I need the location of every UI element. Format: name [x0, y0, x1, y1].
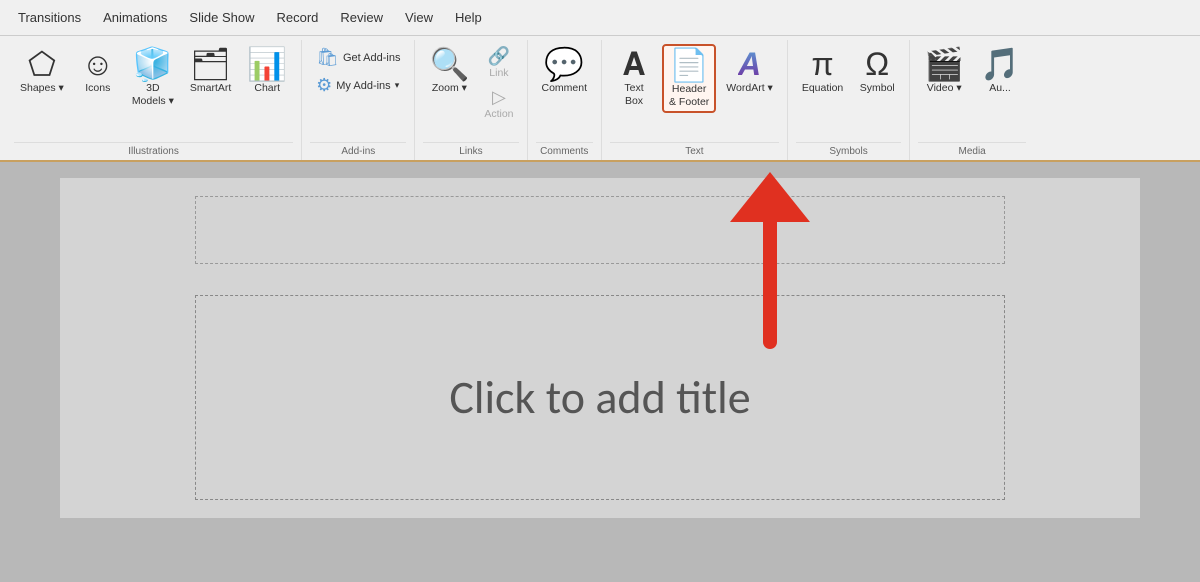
- media-items: 🎬 Video ▾ 🎵 Au...: [918, 40, 1026, 140]
- action-button[interactable]: ▷ Action: [479, 85, 518, 124]
- chart-label: Chart: [254, 82, 280, 95]
- links-group-label: Links: [423, 142, 518, 160]
- smartart-button[interactable]: 🗂 SmartArt: [184, 44, 237, 99]
- addins-items: 🛍 Get Add-ins ⚙ My Add-ins ▾: [310, 40, 406, 140]
- ribbon-group-text: 𝐀 Text Box 📄 Header & Footer A WordArt ▾…: [602, 40, 788, 160]
- get-addins-label: Get Add-ins: [343, 52, 400, 64]
- illustrations-items: ⬠ Shapes ▾ ☺ Icons 🧊 3D Models ▾ 🗂 Smart…: [14, 40, 293, 140]
- slide-subtitle-area[interactable]: [195, 196, 1005, 264]
- illustrations-group-label: Illustrations: [14, 142, 293, 160]
- equation-button[interactable]: π Equation: [796, 44, 849, 99]
- media-group-label: Media: [918, 142, 1026, 160]
- icons-button[interactable]: ☺ Icons: [74, 44, 122, 99]
- addins-stack: 🛍 Get Add-ins ⚙ My Add-ins ▾: [310, 44, 406, 99]
- text-group-label: Text: [610, 142, 779, 160]
- link-icon: 🔗: [488, 47, 510, 65]
- comments-group-label: Comments: [536, 142, 594, 160]
- header-footer-icon: 📄: [669, 49, 709, 81]
- text-items: 𝐀 Text Box 📄 Header & Footer A WordArt ▾: [610, 40, 779, 140]
- zoom-label: Zoom ▾: [432, 82, 467, 95]
- symbol-icon: Ω: [865, 48, 889, 80]
- wordart-button[interactable]: A WordArt ▾: [720, 44, 779, 99]
- shapes-icon: ⬠: [28, 48, 56, 80]
- menu-help[interactable]: Help: [445, 6, 492, 29]
- action-label: Action: [484, 108, 513, 121]
- smartart-label: SmartArt: [190, 82, 231, 95]
- wordart-label: WordArt ▾: [726, 82, 773, 95]
- 3d-models-button[interactable]: 🧊 3D Models ▾: [126, 44, 180, 111]
- text-box-button[interactable]: 𝐀 Text Box: [610, 44, 658, 111]
- slide-title-box[interactable]: Click to add title: [195, 295, 1005, 500]
- menu-slideshow[interactable]: Slide Show: [179, 6, 264, 29]
- my-addins-label: My Add-ins: [336, 80, 390, 92]
- comments-items: 💬 Comment: [536, 40, 594, 140]
- ribbon-group-addins: 🛍 Get Add-ins ⚙ My Add-ins ▾ Add-ins: [302, 40, 415, 160]
- zoom-button[interactable]: 🔍 Zoom ▾: [423, 44, 475, 99]
- icons-icon: ☺: [81, 48, 114, 80]
- menu-review[interactable]: Review: [330, 6, 393, 29]
- get-addins-icon: 🛍: [316, 47, 339, 68]
- ribbon-group-illustrations: ⬠ Shapes ▾ ☺ Icons 🧊 3D Models ▾ 🗂 Smart…: [6, 40, 302, 160]
- action-icon: ▷: [492, 88, 506, 106]
- chart-button[interactable]: 📊 Chart: [241, 44, 293, 99]
- shapes-button[interactable]: ⬠ Shapes ▾: [14, 44, 70, 99]
- slide-title-placeholder: Click to add title: [449, 370, 750, 426]
- 3d-models-icon: 🧊: [133, 48, 173, 80]
- links-items: 🔍 Zoom ▾ 🔗 Link ▷ Action: [423, 40, 518, 140]
- audio-label: Au...: [989, 82, 1011, 95]
- audio-button[interactable]: 🎵 Au...: [974, 44, 1026, 99]
- ribbon-group-media: 🎬 Video ▾ 🎵 Au... Media: [910, 40, 1034, 160]
- slide-canvas: Click to add title: [60, 178, 1140, 518]
- my-addins-button[interactable]: ⚙ My Add-ins ▾: [310, 72, 406, 99]
- header-footer-label: Header & Footer: [669, 83, 709, 108]
- menu-bar: Transitions Animations Slide Show Record…: [0, 0, 1200, 36]
- ribbon-content: ⬠ Shapes ▾ ☺ Icons 🧊 3D Models ▾ 🗂 Smart…: [0, 36, 1200, 160]
- ribbon-group-links: 🔍 Zoom ▾ 🔗 Link ▷ Action Links: [415, 40, 527, 160]
- smartart-icon: 🗂: [190, 48, 231, 80]
- equation-label: Equation: [802, 82, 843, 95]
- menu-transitions[interactable]: Transitions: [8, 6, 91, 29]
- addins-group-label: Add-ins: [310, 142, 406, 160]
- video-icon: 🎬: [924, 48, 964, 80]
- symbols-items: π Equation Ω Symbol: [796, 40, 901, 140]
- symbol-button[interactable]: Ω Symbol: [853, 44, 901, 99]
- menu-view[interactable]: View: [395, 6, 443, 29]
- shapes-label: Shapes ▾: [20, 82, 64, 95]
- 3d-models-label: 3D Models ▾: [132, 82, 174, 107]
- video-label: Video ▾: [927, 82, 962, 95]
- chart-icon: 📊: [247, 48, 287, 80]
- get-addins-button[interactable]: 🛍 Get Add-ins: [310, 44, 406, 71]
- my-addins-icon: ⚙: [316, 75, 332, 96]
- menu-record[interactable]: Record: [266, 6, 328, 29]
- textbox-icon: 𝐀: [623, 48, 645, 80]
- ribbon-group-comments: 💬 Comment Comments: [528, 40, 603, 160]
- my-addins-arrow: ▾: [395, 80, 400, 91]
- comment-icon: 💬: [544, 48, 584, 80]
- symbol-label: Symbol: [860, 82, 895, 95]
- ribbon: ⬠ Shapes ▾ ☺ Icons 🧊 3D Models ▾ 🗂 Smart…: [0, 36, 1200, 162]
- text-box-label: Text Box: [624, 82, 643, 107]
- symbols-group-label: Symbols: [796, 142, 901, 160]
- ribbon-group-symbols: π Equation Ω Symbol Symbols: [788, 40, 910, 160]
- comment-button[interactable]: 💬 Comment: [536, 44, 594, 99]
- comment-label: Comment: [542, 82, 588, 95]
- audio-icon: 🎵: [980, 48, 1020, 80]
- zoom-icon: 🔍: [429, 48, 469, 80]
- wordart-icon: A: [738, 48, 761, 80]
- link-label: Link: [489, 67, 508, 80]
- icons-label: Icons: [85, 82, 110, 95]
- link-button[interactable]: 🔗 Link: [479, 44, 518, 83]
- header-footer-button[interactable]: 📄 Header & Footer: [662, 44, 716, 113]
- video-button[interactable]: 🎬 Video ▾: [918, 44, 970, 99]
- slide-area: Click to add title: [0, 162, 1200, 582]
- equation-icon: π: [812, 48, 834, 80]
- menu-animations[interactable]: Animations: [93, 6, 177, 29]
